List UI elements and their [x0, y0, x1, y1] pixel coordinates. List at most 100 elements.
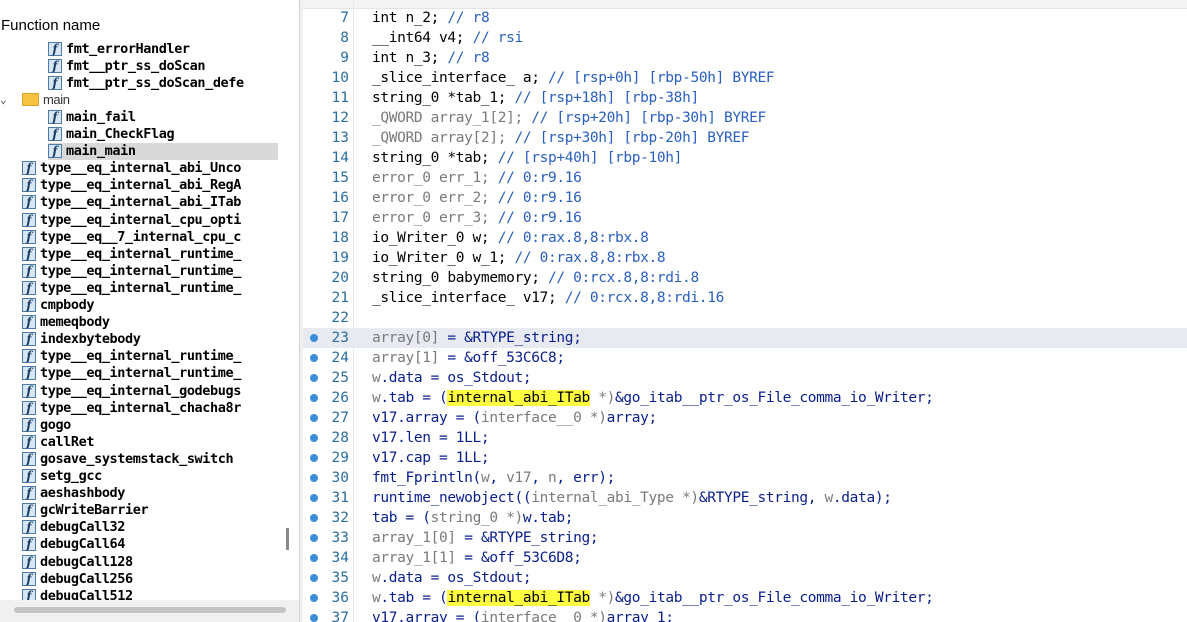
code-line[interactable]: 25 w.data = os_Stdout; [303, 368, 1187, 388]
code-line[interactable]: 23 array[0] = &RTYPE_string; [303, 328, 1187, 348]
code-line[interactable]: 10 _slice_interface_ a; // [rsp+0h] [rbp-… [303, 68, 1187, 88]
breakpoint-dot-icon[interactable] [310, 594, 318, 602]
code-line[interactable]: 34 array_1[1] = &off_53C6D8; [303, 548, 1187, 568]
function-item[interactable]: f gogo [22, 416, 278, 433]
function-item[interactable]: f type__eq_internal_cpu_opti [22, 211, 278, 228]
chevron-down-icon[interactable]: ⌄ [0, 93, 12, 106]
function-item[interactable]: f main_fail [48, 108, 278, 125]
function-icon: f [22, 434, 36, 449]
code-line[interactable]: 11 string_0 *tab_1; // [rsp+18h] [rbp-38h… [303, 88, 1187, 108]
code-line[interactable]: 8 __int64 v4; // rsi [303, 28, 1187, 48]
function-item[interactable]: f debugCall32 [22, 519, 278, 536]
function-item-label: gogo [40, 416, 71, 433]
tree-folder-item[interactable]: ⌄ main [0, 91, 290, 108]
function-icon: f [48, 144, 62, 159]
line-number: 15 [331, 170, 349, 186]
horizontal-scrollbar-thumb[interactable] [14, 607, 286, 613]
function-item[interactable]: f type__eq_internal_runtime_ [22, 262, 278, 279]
breakpoint-dot-icon[interactable] [310, 614, 318, 622]
function-item[interactable]: f debugCall128 [22, 553, 278, 570]
function-icon: f [48, 58, 62, 73]
function-item[interactable]: f type__eq_internal_abi_ITab [22, 194, 278, 211]
function-item[interactable]: f type__eq_internal_runtime_ [22, 348, 278, 365]
function-icon: f [22, 486, 36, 501]
code-line[interactable]: 9 int n_3; // r8 [303, 48, 1187, 68]
function-item-label: debugCall256 [40, 570, 133, 587]
function-item[interactable]: f cmpbody [22, 297, 278, 314]
horizontal-scrollbar[interactable] [0, 600, 300, 622]
code-line[interactable]: 13 _QWORD array[2]; // [rsp+30h] [rbp-20h… [303, 128, 1187, 148]
function-item[interactable]: f main_CheckFlag [48, 126, 278, 143]
function-item[interactable]: f memeqbody [22, 314, 278, 331]
breakpoint-dot-icon[interactable] [310, 494, 318, 502]
function-item[interactable]: f fmt__ptr_ss_doScan_defe [48, 74, 278, 91]
function-item[interactable]: f debugCall256 [22, 570, 278, 587]
function-icon: f [22, 520, 36, 535]
pseudocode-view[interactable]: 7 int n_2; // r8 8 __int64 v4; // rsi 9 int n… [303, 0, 1187, 622]
breakpoint-dot-icon[interactable] [310, 394, 318, 402]
code-line[interactable]: 15 error_0 err_1; // 0:r9.16 [303, 168, 1187, 188]
code-line[interactable]: 27 v17.array = (interface__0 *)array; [303, 408, 1187, 428]
code-line[interactable]: 32 tab = (string_0 *)w.tab; [303, 508, 1187, 528]
breakpoint-dot-icon[interactable] [310, 454, 318, 462]
code-line[interactable]: 31 runtime_newobject((internal_abi_Type *… [303, 488, 1187, 508]
code-line[interactable]: 37 v17.array = (interface__0 *)array_1; [303, 608, 1187, 622]
code-token: error_0 err_3; [372, 210, 498, 226]
function-item[interactable]: f setg_gcc [22, 468, 278, 485]
code-line[interactable]: 33 array_1[0] = &RTYPE_string; [303, 528, 1187, 548]
function-item[interactable]: f main_main [48, 142, 278, 160]
breakpoint-dot-icon[interactable] [310, 574, 318, 582]
code-line[interactable]: 36 w.tab = (internal_abi_ITab *)&go_itab_… [303, 588, 1187, 608]
code-line[interactable]: 18 io_Writer_0 w; // 0:rax.8,8:rbx.8 [303, 228, 1187, 248]
code-text: v17.len = 1LL; [372, 428, 490, 448]
function-item[interactable]: f type__eq_internal_runtime_ [22, 365, 278, 382]
code-line[interactable]: 16 error_0 err_2; // 0:r9.16 [303, 188, 1187, 208]
code-line[interactable]: 7 int n_2; // r8 [303, 8, 1187, 28]
code-line[interactable]: 19 io_Writer_0 w_1; // 0:rax.8,8:rbx.8 [303, 248, 1187, 268]
line-number: 12 [331, 110, 349, 126]
function-item[interactable]: f gosave_systemstack_switch [22, 450, 278, 467]
function-item[interactable]: f aeshashbody [22, 485, 278, 502]
breakpoint-dot-icon[interactable] [310, 334, 318, 342]
code-token: int n_3; [372, 50, 448, 66]
code-line[interactable]: 20 string_0 babymemory; // 0:rcx.8,8:rdi.… [303, 268, 1187, 288]
breakpoint-dot-icon[interactable] [310, 474, 318, 482]
code-line[interactable]: 12 _QWORD array_1[2]; // [rsp+20h] [rbp-3… [303, 108, 1187, 128]
breakpoint-dot-icon[interactable] [310, 434, 318, 442]
function-item[interactable]: f type__eq_internal_runtime_ [22, 245, 278, 262]
code-line[interactable]: 35 w.data = os_Stdout; [303, 568, 1187, 588]
vertical-scrollbar-thumb[interactable] [286, 528, 289, 550]
code-line[interactable]: 26 w.tab = (internal_abi_ITab *)&go_itab_… [303, 388, 1187, 408]
code-line[interactable]: 21 _slice_interface_ v17; // 0:rcx.8,8:rd… [303, 288, 1187, 308]
function-item[interactable]: f type__eq__7_internal_cpu_c [22, 228, 278, 245]
breakpoint-dot-icon[interactable] [310, 414, 318, 422]
breakpoint-dot-icon[interactable] [310, 554, 318, 562]
function-item[interactable]: f type__eq_internal_abi_Unco [22, 160, 278, 177]
function-item[interactable]: f fmt_errorHandler [48, 40, 278, 57]
function-item[interactable]: f debugCall64 [22, 536, 278, 553]
function-item[interactable]: f type__eq_internal_chacha8r [22, 399, 278, 416]
code-line[interactable]: 30 fmt_Fprintln(w, v17, n, err); [303, 468, 1187, 488]
function-item-label: debugCall128 [40, 553, 133, 570]
code-text: _QWORD array_1[2]; // [rsp+20h] [rbp-30h… [372, 108, 766, 128]
function-item[interactable]: f callRet [22, 433, 278, 450]
function-item[interactable]: f type__eq_internal_runtime_ [22, 279, 278, 296]
function-name-column-header[interactable]: Function name [0, 16, 100, 36]
function-item[interactable]: f type__eq_internal_abi_RegA [22, 177, 278, 194]
function-item[interactable]: f gcWriteBarrier [22, 502, 278, 519]
function-icon: f [22, 400, 36, 415]
code-line[interactable]: 24 array[1] = &off_53C6C8; [303, 348, 1187, 368]
function-item[interactable]: f type__eq_internal_godebugs [22, 382, 278, 399]
breakpoint-dot-icon[interactable] [310, 374, 318, 382]
breakpoint-dot-icon[interactable] [310, 354, 318, 362]
function-item[interactable]: f fmt__ptr_ss_doScan [48, 57, 278, 74]
breakpoint-dot-icon[interactable] [310, 514, 318, 522]
code-line[interactable]: 28 v17.len = 1LL; [303, 428, 1187, 448]
code-line[interactable]: 29 v17.cap = 1LL; [303, 448, 1187, 468]
function-item[interactable]: f indexbytebody [22, 331, 278, 348]
breakpoint-dot-icon[interactable] [310, 534, 318, 542]
code-line[interactable]: 17 error_0 err_3; // 0:r9.16 [303, 208, 1187, 228]
code-line[interactable]: 22 [303, 308, 1187, 328]
code-line[interactable]: 14 string_0 *tab; // [rsp+40h] [rbp-10h] [303, 148, 1187, 168]
function-icon: f [22, 469, 36, 483]
